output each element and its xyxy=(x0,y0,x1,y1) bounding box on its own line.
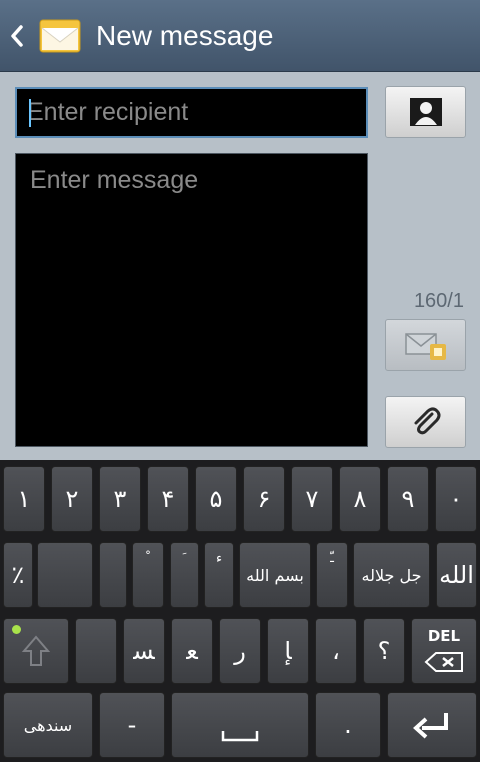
key-blank-3[interactable] xyxy=(75,618,117,684)
key-4[interactable]: ۴ xyxy=(147,466,189,532)
key-comma[interactable]: ، xyxy=(315,618,357,684)
space-key[interactable] xyxy=(171,692,309,758)
chevron-left-icon xyxy=(11,24,23,47)
key-diacritic-3[interactable]: ﹽ xyxy=(316,542,348,608)
recipient-placeholder: Enter recipient xyxy=(27,98,189,126)
key-blank-2[interactable] xyxy=(99,542,127,608)
space-bar-icon xyxy=(221,731,259,742)
enter-key[interactable] xyxy=(387,692,477,758)
key-1[interactable]: ١ xyxy=(3,466,45,532)
key-period[interactable]: . xyxy=(315,692,381,758)
send-button[interactable] xyxy=(385,319,466,371)
key-reh[interactable]: ﺭ xyxy=(219,618,261,684)
key-diacritic-2[interactable]: ﹶ xyxy=(170,542,199,608)
shift-arrow-icon xyxy=(21,635,51,666)
key-diacritic-1[interactable]: ﹾ xyxy=(132,542,164,608)
compose-area: Enter recipient Enter message 160/1 xyxy=(0,72,480,460)
contact-icon xyxy=(409,98,442,126)
backspace-icon xyxy=(424,652,463,672)
key-blank-1[interactable] xyxy=(37,542,93,608)
key-hamza[interactable]: ﺀ xyxy=(204,542,234,608)
delete-key[interactable]: DEL xyxy=(411,618,477,684)
key-dash[interactable]: - xyxy=(99,692,165,758)
key-3[interactable]: ٣ xyxy=(99,466,141,532)
keyboard-row-digits: ١ ٢ ٣ ۴ ۵ ۶ ٧ ٨ ٩ ٠ xyxy=(0,466,480,536)
keyboard: ١ ٢ ٣ ۴ ۵ ۶ ٧ ٨ ٩ ٠ ٪ ﹾ ﹶ ﺀ بسم الله ﹽ ج… xyxy=(0,460,480,762)
paperclip-icon xyxy=(414,407,440,435)
message-placeholder: Enter message xyxy=(30,166,199,194)
text-caret xyxy=(29,99,31,127)
key-allah[interactable]: الله xyxy=(436,542,477,608)
message-field[interactable]: Enter message xyxy=(15,153,368,447)
recipient-field[interactable]: Enter recipient xyxy=(15,87,368,138)
key-seen[interactable]: ﺴ xyxy=(123,618,165,684)
enter-icon xyxy=(413,713,448,739)
back-button[interactable] xyxy=(0,0,34,72)
language-key[interactable]: سندھی xyxy=(3,692,93,758)
keyboard-row-4: سندھی - . xyxy=(0,692,480,762)
key-ain[interactable]: ﻌ xyxy=(171,618,213,684)
key-alef-hamza[interactable]: ﺈ xyxy=(267,618,309,684)
shift-key[interactable] xyxy=(3,618,69,684)
key-9[interactable]: ٩ xyxy=(387,466,429,532)
key-percent[interactable]: ٪ xyxy=(3,542,33,608)
key-jalla[interactable]: جل جلاله xyxy=(353,542,430,608)
key-7[interactable]: ٧ xyxy=(291,466,333,532)
character-counter: 160/1 xyxy=(413,290,464,312)
shift-indicator xyxy=(12,625,21,634)
key-2[interactable]: ٢ xyxy=(51,466,93,532)
key-0[interactable]: ٠ xyxy=(435,466,477,532)
keyboard-row-2: ٪ ﹾ ﹶ ﺀ بسم الله ﹽ جل جلاله الله xyxy=(0,542,480,612)
delete-label: DEL xyxy=(427,627,461,645)
key-5[interactable]: ۵ xyxy=(195,466,237,532)
envelope-icon xyxy=(38,14,82,58)
key-6[interactable]: ۶ xyxy=(243,466,285,532)
title-bar: New message xyxy=(0,0,480,72)
key-question[interactable]: ؟ xyxy=(363,618,405,684)
page-title: New message xyxy=(96,19,274,51)
key-bismillah[interactable]: بسم الله xyxy=(239,542,311,608)
key-8[interactable]: ٨ xyxy=(339,466,381,532)
attach-button[interactable] xyxy=(385,396,466,448)
keyboard-row-3: ﺴ ﻌ ﺭ ﺈ ، ؟ DEL xyxy=(0,618,480,688)
contact-picker-button[interactable] xyxy=(385,86,466,138)
send-mms-icon xyxy=(404,333,446,360)
